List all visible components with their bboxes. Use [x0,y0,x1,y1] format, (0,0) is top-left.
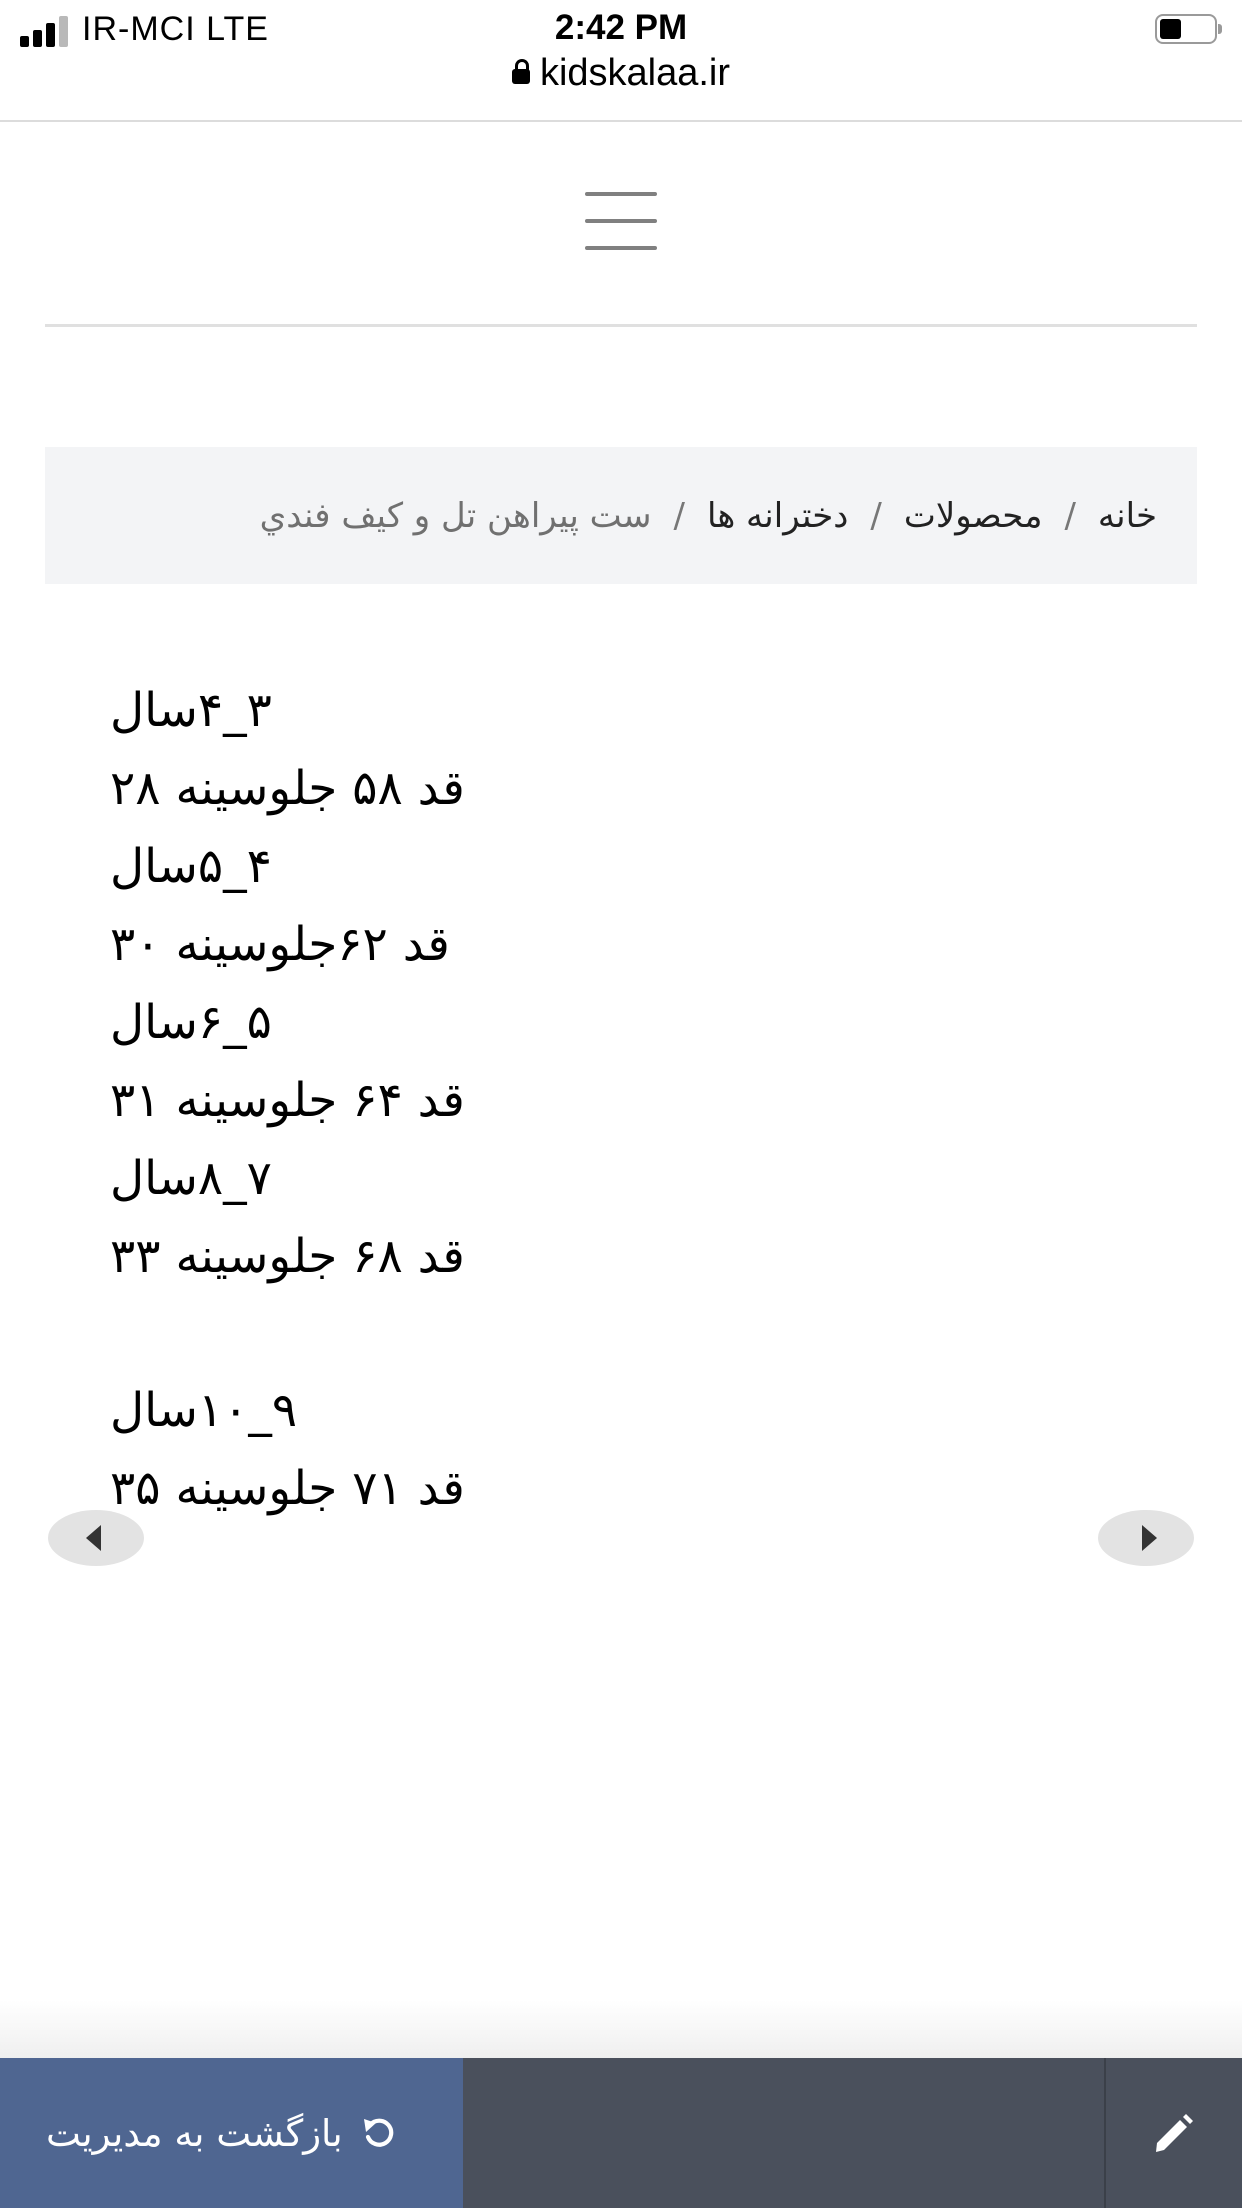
hamburger-icon [585,192,657,196]
size-line: قد ۶۴ جلوسینه ۳۱ [110,1073,465,1128]
status-bar: IR-MCI LTE 2:42 PM kidskalaa.ir [0,0,1242,122]
breadcrumb-category[interactable]: دخترانه ها [707,496,848,536]
clock: 2:42 PM [554,8,688,47]
breadcrumb-separator: / [870,495,882,536]
breadcrumb-separator: / [673,495,685,536]
edit-page-button[interactable] [1106,2058,1242,2208]
size-line: قد ۵۸ جلوسینه ۲۸ [110,761,465,816]
size-line: ۴_۵سال [110,839,272,894]
lock-icon [511,59,530,84]
breadcrumb: خانه / محصولات / دخترانه ها / ست پیراهن … [45,447,1197,584]
undo-icon [363,2118,393,2147]
back-to-admin-label: بازگشت به مدیریت [46,2111,343,2155]
size-line: ۷_۸سال [110,1151,272,1206]
caret-left-icon [86,1525,101,1551]
breadcrumb-products[interactable]: محصولات [904,496,1043,536]
url-text: kidskalaa.ir [539,52,731,94]
hamburger-icon-bar [585,246,657,250]
size-line: ۹_۱۰سال [110,1383,298,1438]
size-line: ۵_۶سال [110,995,272,1050]
bottom-shadow [0,2000,1242,2058]
address-bar[interactable]: kidskalaa.ir [0,52,1242,95]
back-to-admin-button[interactable]: بازگشت به مدیریت [0,2058,463,2208]
size-line: قد ۷۱ جلوسینه ۳۵ [110,1461,465,1516]
header-divider [45,324,1197,327]
breadcrumb-separator: / [1064,495,1076,536]
menu-toggle-button[interactable] [585,192,657,250]
hamburger-icon-bar [585,219,657,223]
slider-prev-button[interactable] [48,1510,144,1566]
battery-icon [1155,14,1222,44]
size-line: ۳_۴سال [110,683,272,738]
size-line: قد ۶۲جلوسینه ۳۰ [110,917,450,972]
breadcrumb-current: ست پیراهن تل و کیف فندي [259,495,652,536]
pencil-icon [1156,2114,1193,2152]
slider-next-button[interactable] [1098,1510,1194,1566]
breadcrumb-home[interactable]: خانه [1098,496,1157,536]
size-line: قد ۶۸ جلوسینه ۳۳ [110,1229,465,1284]
product-description: ۳_۴سال قد ۵۸ جلوسینه ۲۸ ۴_۵سال قد ۶۲جلوس… [110,672,465,1528]
caret-right-icon [1142,1525,1157,1551]
admin-bar: بازگشت به مدیریت [0,2058,1242,2208]
